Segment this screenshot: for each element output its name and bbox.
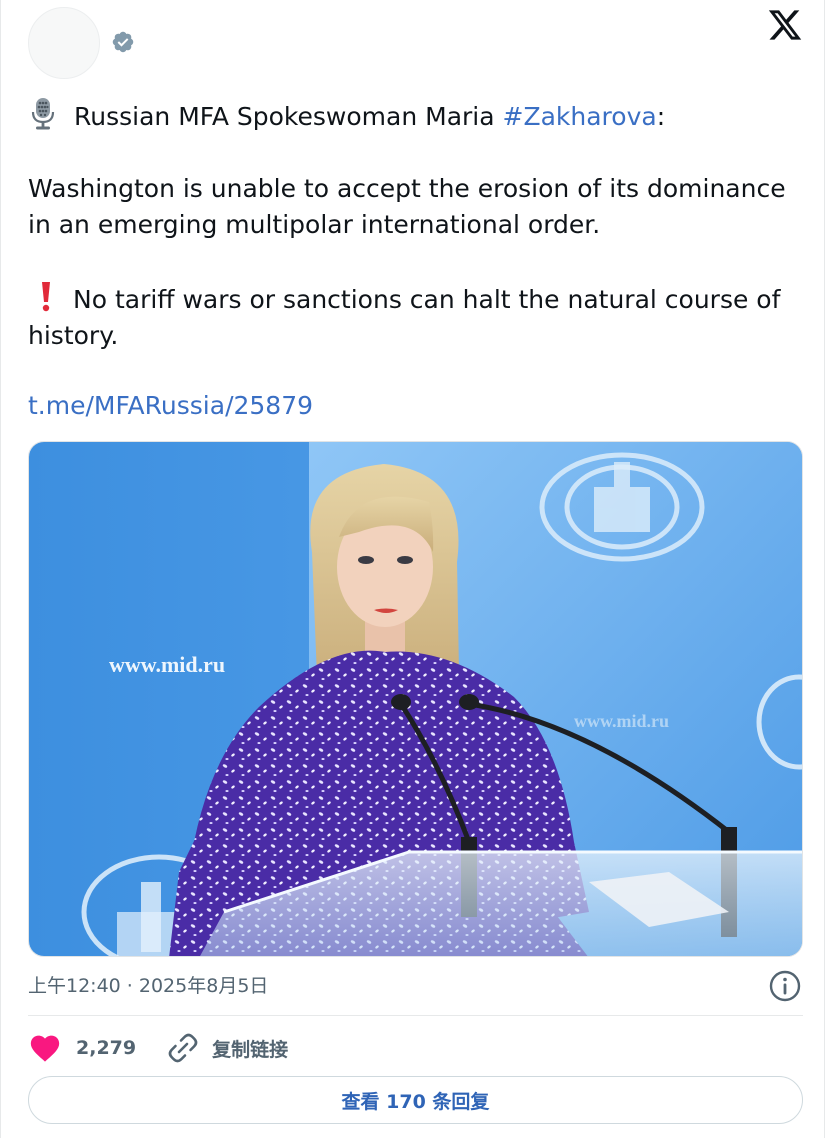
post-paragraph-2: Washington is unable to accept the erosi… [28,174,786,239]
verified-badge-icon [112,31,134,53]
info-icon[interactable] [768,969,802,1003]
post-timestamp[interactable]: 上午12:40 · 2025年8月5日 [28,972,268,1000]
post-intro-text: Russian MFA Spokeswoman Maria [74,102,503,131]
divider [28,1015,803,1016]
press-briefing-photo: www.mid.ru www.mid.ru [29,442,802,956]
post-intro-line: Russian MFA Spokeswoman Maria #Zakharova… [28,97,798,135]
copy-link-label: 复制链接 [212,1038,289,1061]
telegram-link[interactable]: t.me/MFARussia/25879 [28,391,313,420]
post-paragraph-3: No tariff wars or sanctions can halt the… [28,285,781,350]
avatar[interactable] [28,7,100,79]
x-logo-icon[interactable] [767,7,803,43]
copy-link-button[interactable]: 复制链接 [166,1031,288,1065]
backdrop-site-text: www.mid.ru [109,652,225,677]
backdrop-site-text-2: www.mid.ru [574,711,669,731]
microphone-icon [31,98,55,130]
hashtag-link[interactable]: #Zakharova [503,102,657,131]
view-replies-button[interactable]: 查看 170 条回复 [28,1076,803,1124]
tweet-card: Russian MFA Spokeswoman Maria #Zakharova… [0,0,825,1138]
post-intro-suffix: : [656,102,666,131]
exclamation-icon [42,282,50,312]
action-bar: 2,279 复制链接 [28,1028,288,1068]
link-icon [168,1033,198,1063]
post-link-line: t.me/MFARussia/25879 [28,388,798,424]
like-count[interactable]: 2,279 [76,1037,136,1059]
heart-icon[interactable] [28,1031,62,1065]
post-image[interactable]: www.mid.ru www.mid.ru [28,441,803,957]
post-paragraph-3-line: No tariff wars or sanctions can halt the… [28,280,798,354]
